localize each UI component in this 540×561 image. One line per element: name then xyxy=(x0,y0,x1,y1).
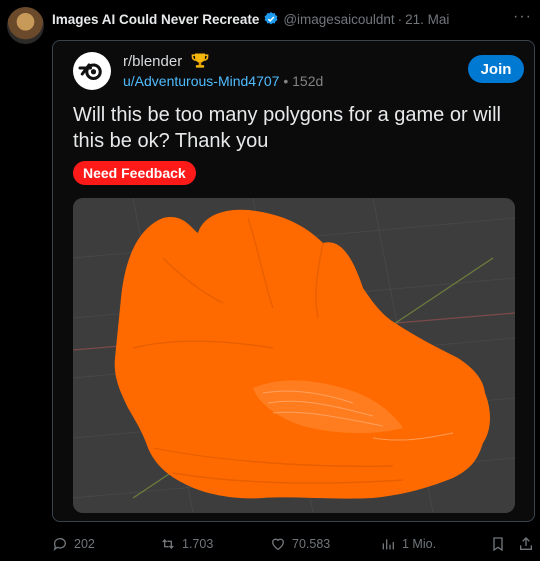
tweet-date[interactable]: 21. Mai xyxy=(405,12,449,27)
like-button[interactable]: 70.583 xyxy=(270,533,330,555)
post-meta: u/Adventurous-Mind4707 • 152d xyxy=(123,73,323,89)
author-avatar[interactable] xyxy=(7,7,44,44)
trophy-icon xyxy=(190,51,210,71)
post-title[interactable]: Will this be too many polygons for a gam… xyxy=(73,102,523,154)
repost-icon xyxy=(162,539,174,549)
bookmark-icon xyxy=(493,537,503,552)
views-icon xyxy=(382,539,394,550)
tweet-header: Images AI Could Never Recreate @imagesai… xyxy=(52,10,449,28)
subreddit-name[interactable]: r/blender xyxy=(123,51,210,71)
more-options-icon[interactable]: ··· xyxy=(513,8,532,26)
bookmark-button[interactable] xyxy=(490,533,512,555)
reddit-post-card[interactable]: r/blender u/Adventurous-Mind4707 • 152d … xyxy=(52,40,535,522)
repost-count: 1.703 xyxy=(182,537,214,551)
reply-icon xyxy=(53,538,66,551)
share-icon xyxy=(520,537,532,550)
views-count: 1 Mio. xyxy=(402,537,437,551)
author-name[interactable]: Images AI Could Never Recreate xyxy=(52,12,259,27)
views-button[interactable]: 1 Mio. xyxy=(380,533,436,555)
post-image[interactable] xyxy=(73,198,515,513)
reply-count: 202 xyxy=(74,537,95,551)
meta-separator: • xyxy=(283,73,293,89)
separator-dot: · xyxy=(397,11,403,27)
repost-button[interactable]: 1.703 xyxy=(160,533,213,555)
flair-badge[interactable]: Need Feedback xyxy=(73,161,196,185)
join-button[interactable]: Join xyxy=(468,55,524,83)
verified-badge-icon xyxy=(263,11,279,27)
post-age: 152d xyxy=(292,73,324,89)
post-author[interactable]: u/Adventurous-Mind4707 xyxy=(123,73,279,89)
share-button[interactable] xyxy=(518,533,540,555)
author-handle[interactable]: @imagesaicouldnt xyxy=(283,12,394,27)
blender-logo-icon[interactable] xyxy=(73,52,111,90)
tweet-actions: 202 1.703 70.583 1 Mio. xyxy=(52,533,540,555)
like-count: 70.583 xyxy=(292,537,331,551)
subreddit-label[interactable]: r/blender xyxy=(123,53,182,70)
reply-button[interactable]: 202 xyxy=(52,533,95,555)
like-icon xyxy=(271,538,285,551)
